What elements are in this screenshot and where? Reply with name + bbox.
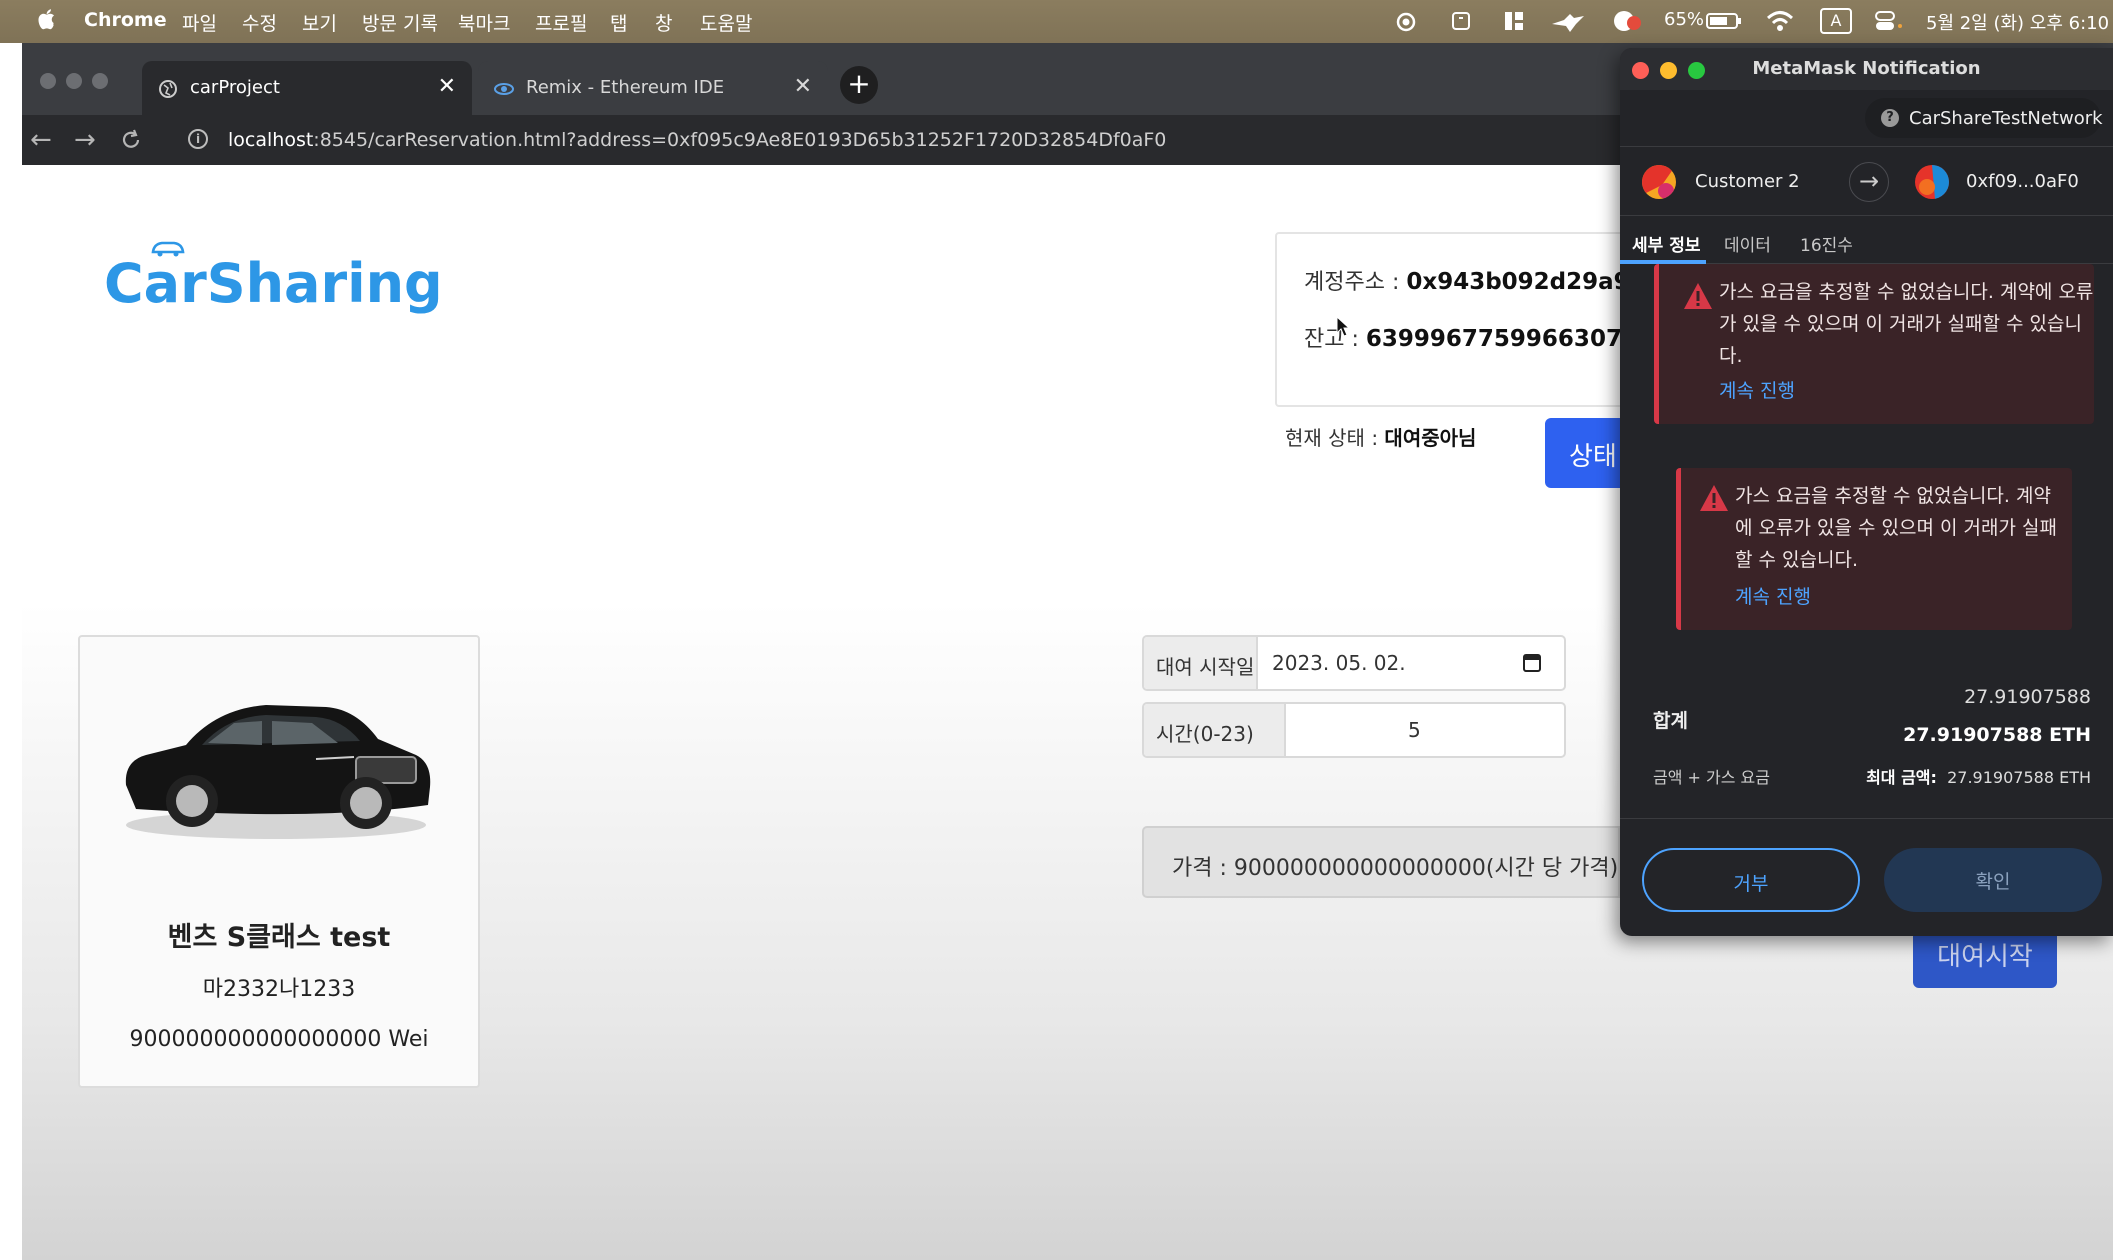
menubar-clock[interactable]: 5월 2일 (화) 오후 6:10 xyxy=(1926,9,2109,35)
control-center-icon[interactable] xyxy=(1874,10,1904,32)
start-date-field: 대여 시작일 2023. 05. 02. xyxy=(1142,635,1566,691)
continue-link[interactable]: 계속 진행 xyxy=(1719,376,1795,403)
window-close-button[interactable] xyxy=(1632,62,1649,79)
wifi-icon[interactable] xyxy=(1766,9,1794,33)
amount-gas-label: 금액 + 가스 요금 xyxy=(1653,768,1770,787)
notification-badge-icon[interactable] xyxy=(1612,8,1642,34)
hours-input[interactable]: 5 xyxy=(1408,718,1421,742)
reject-button[interactable]: 거부 xyxy=(1642,848,1860,912)
account-info-box: 계정주소 : 0x943b092d29a914 잔고 : 63999677599… xyxy=(1275,232,1635,407)
mac-menu-bar: Chrome 파일 수정 보기 방문 기록 북마크 프로필 탭 창 도움말 65… xyxy=(0,0,2113,43)
gas-warning-banner: 가스 요금을 추정할 수 없었습니다. 계약 에 오류가 있을 수 있으며 이 … xyxy=(1676,468,2072,630)
car-name: 벤츠 S클래스 test xyxy=(167,922,391,953)
menu-history[interactable]: 방문 기록 xyxy=(362,9,438,36)
max-amount: 최대 금액: 27.91907588 ETH xyxy=(1866,768,2091,787)
window-close-button[interactable] xyxy=(40,73,56,89)
menu-window[interactable]: 창 xyxy=(655,9,672,36)
gas-warning-banner: 가스 요금을 추정할 수 없었습니다. 계약에 오류 가 있을 수 있으며 이 … xyxy=(1654,264,2094,424)
menu-view[interactable]: 보기 xyxy=(302,9,337,36)
tab-carproject[interactable]: carProject ✕ xyxy=(142,61,472,115)
screenshot-icon[interactable] xyxy=(1450,10,1472,32)
total-label: 합계 xyxy=(1653,710,1688,732)
account-address: 계정주소 : 0x943b092d29a914 xyxy=(1304,269,1633,295)
divider xyxy=(1620,818,2113,819)
tab-details[interactable]: 세부 정보 xyxy=(1632,231,1700,256)
from-account-avatar xyxy=(1642,165,1676,199)
battery-percent: 65% xyxy=(1664,9,1705,30)
menu-file[interactable]: 파일 xyxy=(182,9,217,36)
url-text: localhost:8545/carReservation.html?addre… xyxy=(228,129,1167,151)
transfer-accounts-row: Customer 2 → 0xf09...0aF0 xyxy=(1620,146,2113,216)
to-account-address[interactable]: 0xf09...0aF0 xyxy=(1966,171,2079,192)
warning-icon xyxy=(1684,283,1712,309)
forward-icon[interactable]: → xyxy=(74,125,96,155)
tab-label: carProject xyxy=(190,77,280,98)
menu-bookmarks[interactable]: 북마크 xyxy=(458,9,510,36)
app-status-icon[interactable] xyxy=(1550,10,1586,34)
network-name: CarShareTestNetwork xyxy=(1909,108,2103,129)
from-account-name[interactable]: Customer 2 xyxy=(1695,171,1800,192)
rental-status: 현재 상태 : 대여중아님 xyxy=(1285,426,1477,450)
car-image xyxy=(125,705,431,839)
hours-field: 시간(0-23) 5 xyxy=(1142,702,1566,758)
grid-icon[interactable] xyxy=(1503,10,1525,32)
account-balance: 잔고 : 6399967759966307459 xyxy=(1304,326,1633,352)
warning-message: 가스 요금을 추정할 수 없었습니다. 계약에 오류 가 있을 수 있으며 이 … xyxy=(1719,281,2094,367)
close-tab-icon[interactable]: ✕ xyxy=(794,74,812,99)
to-account-avatar xyxy=(1915,165,1949,199)
window-minimize-button[interactable] xyxy=(1660,62,1677,79)
window-zoom-button[interactable] xyxy=(92,73,108,89)
warning-icon xyxy=(1700,485,1728,511)
network-indicator[interactable]: ? CarShareTestNetwork xyxy=(1865,98,2103,138)
screen: Chrome 파일 수정 보기 방문 기록 북마크 프로필 탭 창 도움말 65… xyxy=(0,0,2113,1260)
start-date-label: 대여 시작일 xyxy=(1144,637,1258,689)
address-bar[interactable]: i localhost:8545/carReservation.html?add… xyxy=(162,119,1662,161)
tab-label: Remix - Ethereum IDE xyxy=(526,77,725,98)
globe-icon xyxy=(159,80,177,98)
hours-label: 시간(0-23) xyxy=(1144,704,1286,756)
back-icon[interactable]: ← xyxy=(30,125,52,155)
menu-help[interactable]: 도움말 xyxy=(700,9,752,36)
battery-icon[interactable] xyxy=(1706,12,1742,30)
tab-data[interactable]: 데이터 xyxy=(1724,231,1771,256)
remix-logo-icon xyxy=(494,83,514,95)
site-logo[interactable]: CarSharing xyxy=(104,252,443,315)
confirm-button[interactable]: 확인 xyxy=(1884,848,2102,912)
start-date-input[interactable]: 2023. 05. 02. xyxy=(1272,651,1406,675)
car-plate-number: 마2332나1233 xyxy=(202,977,356,1002)
total-value-eth: 27.91907588 ETH xyxy=(1903,724,2091,746)
input-source-indicator[interactable]: A xyxy=(1820,8,1852,34)
menu-app-name[interactable]: Chrome xyxy=(84,9,167,31)
record-icon[interactable] xyxy=(1396,12,1416,32)
metamask-notification-window: MetaMask Notification ? CarShareTestNetw… xyxy=(1620,48,2113,936)
mouse-cursor xyxy=(1336,316,1350,337)
car-card[interactable]: 벤츠 S클래스 test 마2332나1233 9000000000000000… xyxy=(78,635,480,1088)
price-display: 가격 : 900000000000000000(시간 당 가격) x xyxy=(1142,826,1620,898)
arrow-right-icon: → xyxy=(1849,162,1889,202)
reload-icon[interactable] xyxy=(120,129,142,151)
new-tab-button[interactable]: + xyxy=(840,66,878,104)
tab-remix[interactable]: Remix - Ethereum IDE ✕ xyxy=(478,61,828,115)
calendar-icon[interactable] xyxy=(1522,651,1542,673)
warning-message: 가스 요금을 추정할 수 없었습니다. 계약 에 오류가 있을 수 있으며 이 … xyxy=(1735,485,2057,571)
menu-tab[interactable]: 탭 xyxy=(610,9,627,36)
total-value: 27.91907588 xyxy=(1964,686,2091,708)
network-question-icon: ? xyxy=(1881,109,1899,127)
apple-icon[interactable] xyxy=(36,8,56,32)
close-tab-icon[interactable]: ✕ xyxy=(438,74,456,99)
menu-edit[interactable]: 수정 xyxy=(242,9,277,36)
window-zoom-button[interactable] xyxy=(1688,62,1705,79)
menu-profiles[interactable]: 프로필 xyxy=(535,9,587,36)
site-info-icon[interactable]: i xyxy=(188,129,208,149)
car-price: 900000000000000000 Wei xyxy=(129,1027,429,1052)
tab-hex[interactable]: 16진수 xyxy=(1800,231,1853,256)
continue-link[interactable]: 계속 진행 xyxy=(1735,582,1811,609)
window-minimize-button[interactable] xyxy=(66,73,82,89)
metamask-tabs: 세부 정보 데이터 16진수 xyxy=(1620,218,2113,264)
